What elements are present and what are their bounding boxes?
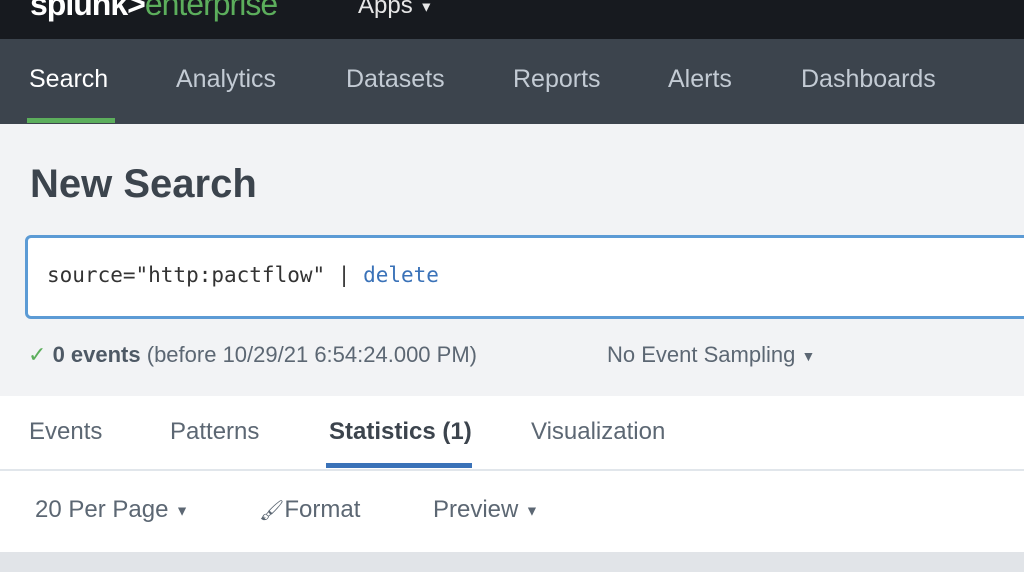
results-table-header (0, 552, 1024, 572)
check-icon: ✓ (28, 342, 47, 367)
search-status: ✓ 0 events (before 10/29/21 6:54:24.000 … (28, 342, 477, 367)
tab-active-indicator (326, 463, 472, 468)
results-tabs: Events Patterns Statistics (1) Visualiza… (0, 396, 1024, 471)
tab-visualization[interactable]: Visualization (531, 418, 665, 446)
search-input[interactable]: source="http:pactflow" | delete (25, 235, 1024, 319)
caret-down-icon: ▼ (525, 502, 539, 519)
caret-down-icon: ▼ (419, 0, 434, 15)
nav-alerts[interactable]: Alerts (668, 65, 732, 94)
caret-down-icon: ▼ (175, 502, 189, 519)
app-nav: Search Analytics Datasets Reports Alerts… (0, 39, 1024, 124)
caret-down-icon: ▼ (801, 348, 816, 365)
nav-dashboards[interactable]: Dashboards (801, 65, 936, 94)
preview-dropdown[interactable]: Preview ▼ (433, 496, 539, 524)
query-command: delete (363, 263, 439, 287)
event-sampling-dropdown[interactable]: No Event Sampling ▼ (607, 342, 815, 368)
query-text: source="http:pactflow" | (47, 263, 364, 287)
search-panel: New Search source="http:pactflow" | dele… (0, 124, 1024, 396)
nav-reports[interactable]: Reports (513, 65, 601, 94)
tab-patterns[interactable]: Patterns (170, 418, 259, 446)
nav-datasets[interactable]: Datasets (346, 65, 445, 94)
page-title: New Search (30, 162, 257, 206)
apps-menu[interactable]: Apps ▼ (358, 0, 433, 20)
tab-statistics[interactable]: Statistics (1) (329, 418, 472, 446)
tab-events[interactable]: Events (29, 418, 102, 446)
nav-search[interactable]: Search (29, 65, 108, 94)
splunk-logo[interactable]: splunk>enterprise (30, 0, 278, 23)
format-button[interactable]: 🖌︎Format (259, 496, 360, 524)
paintbrush-icon: 🖌︎ (259, 500, 285, 522)
per-page-dropdown[interactable]: 20 Per Page ▼ (35, 496, 189, 524)
nav-active-indicator (27, 118, 115, 123)
top-bar: splunk>enterprise Apps ▼ (0, 0, 1024, 39)
nav-analytics[interactable]: Analytics (176, 65, 276, 94)
